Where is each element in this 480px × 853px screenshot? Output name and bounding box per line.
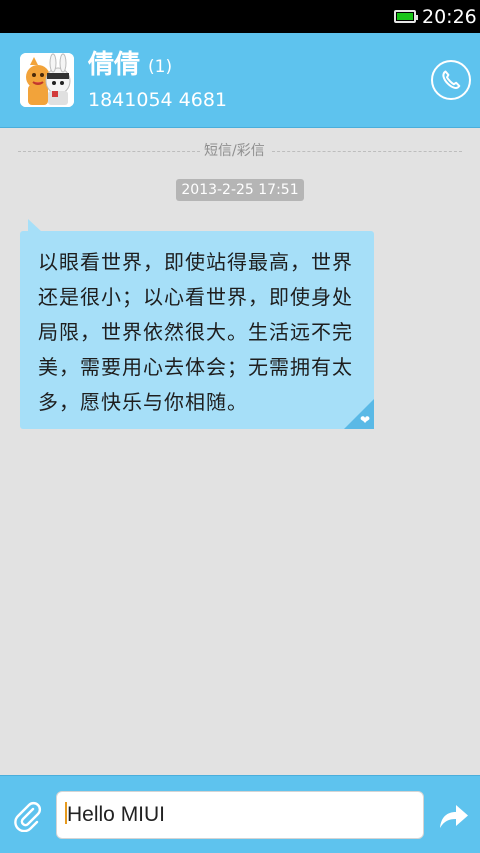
sms-conversation-screen: 20:26 倩倩 (1) 1841054 4681 短信/彩信 2013-2-2… — [0, 0, 480, 853]
message-type-divider: 短信/彩信 — [18, 140, 462, 162]
battery-icon — [394, 10, 418, 23]
divider-line-right — [272, 151, 462, 152]
phone-icon — [442, 70, 461, 89]
heart-icon: ❤ — [359, 413, 370, 427]
message-composer: Hello MIUI — [0, 775, 480, 853]
message-input[interactable]: Hello MIUI — [56, 791, 424, 839]
call-button[interactable] — [431, 60, 471, 100]
text-caret — [65, 802, 67, 825]
contact-name: 倩倩 — [88, 50, 141, 80]
unread-count-badge: (1) — [148, 57, 173, 77]
message-input-value: Hello MIUI — [67, 803, 166, 826]
message-text: 以眼看世界，即使站得最高，世界还是很小；以心看世界，即使身处局限，世界依然很大。… — [38, 250, 353, 414]
send-arrow-icon — [440, 805, 468, 828]
battery-level-fill — [397, 13, 413, 20]
status-time: 20:26 — [422, 6, 477, 28]
message-timestamp: 2013-2-25 17:51 — [176, 179, 304, 201]
contact-phone-number: 1841054 4681 — [88, 89, 228, 111]
attach-button[interactable] — [10, 798, 46, 834]
divider-label: 短信/彩信 — [204, 143, 265, 159]
paperclip-icon — [14, 801, 42, 832]
status-bar: 20:26 — [0, 0, 480, 33]
incoming-message-bubble[interactable]: 以眼看世界，即使站得最高，世界还是很小；以心看世界，即使身处局限，世界依然很大。… — [20, 231, 374, 429]
cartoon-avatar-icon[interactable] — [20, 53, 74, 107]
conversation-header: 倩倩 (1) 1841054 4681 — [0, 33, 480, 128]
divider-line-left — [18, 151, 200, 152]
send-button[interactable] — [436, 798, 472, 834]
